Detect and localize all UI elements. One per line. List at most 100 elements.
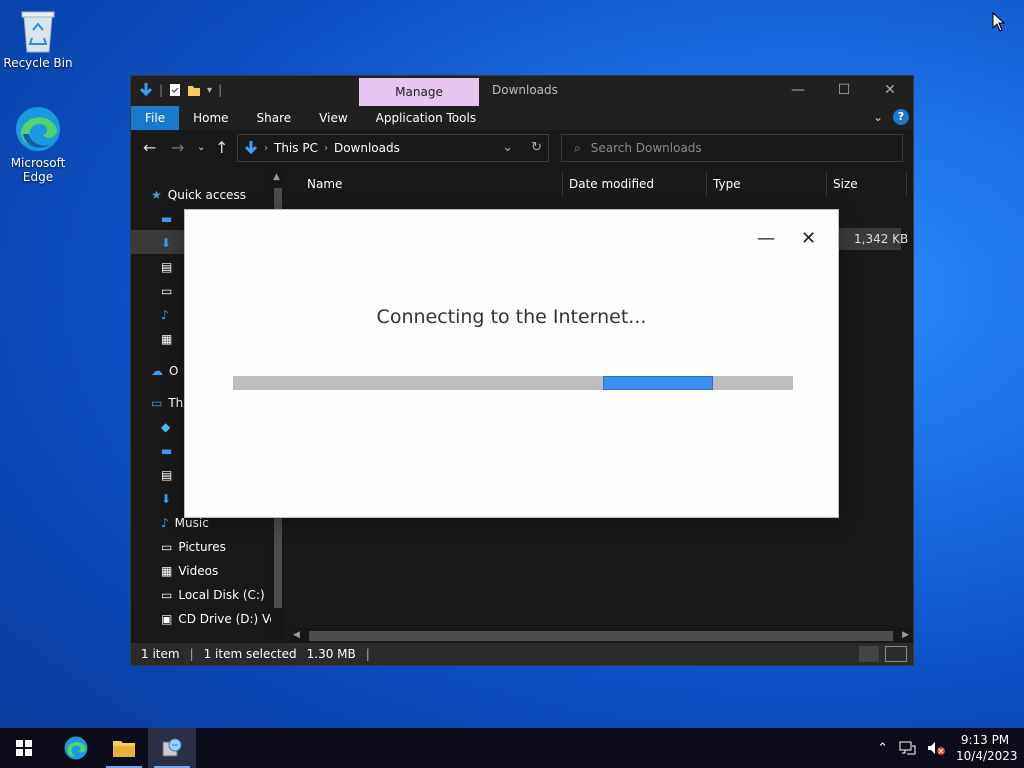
large-icons-view-icon[interactable] [885,646,907,662]
horizontal-scroll-thumb[interactable] [309,631,893,641]
nav-label: Music [174,516,209,530]
status-selected: 1 item selected [203,647,297,661]
cd-drive-icon: ▣ [161,612,173,626]
start-button[interactable] [0,728,48,768]
document-icon: ▤ [161,468,173,482]
scroll-right-icon[interactable]: ▶ [902,630,909,640]
refresh-icon[interactable]: ↻ [531,140,542,155]
dialog-message: Connecting to the Internet... [376,306,647,328]
status-size: 1.30 MB [306,647,356,661]
up-arrow-icon[interactable]: ↑ [215,138,228,157]
recent-locations-icon[interactable]: ⌄ [197,142,205,153]
video-icon: ▦ [161,332,173,346]
nav-item-pictures[interactable]: ▭ Pictures [161,540,279,554]
download-arrow-icon: ⬇ [161,236,172,250]
breadcrumb-this-pc[interactable]: This PC [274,141,318,155]
breadcrumb-downloads[interactable]: Downloads [334,141,400,155]
tab-file[interactable]: File [131,106,180,130]
recycle-bin-desktop-icon[interactable]: Recycle Bin [2,8,74,70]
nav-label: Pictures [178,540,226,554]
address-row: ← → ⌄ ↑ › This PC › Downloads ⌄ ↻ ⌕ Sear… [131,130,913,166]
tab-share[interactable]: Share [243,106,306,130]
mouse-cursor-icon [992,12,1006,32]
column-header-name[interactable]: Name [301,172,563,196]
column-header-date-modified[interactable]: Date modified [563,172,707,196]
progress-bar [233,376,793,390]
file-size-cell: 1,342 KB [854,232,909,246]
desktop-icon: ▬ [161,212,173,226]
nav-item-quick-access[interactable]: ★ Quick access [151,188,269,202]
window-controls: — ☐ ✕ [775,76,913,104]
taskbar-file-explorer-button[interactable] [100,728,148,768]
nav-label: O [169,364,179,378]
scroll-up-icon[interactable]: ▲ [273,172,280,182]
close-icon[interactable]: ✕ [867,76,913,104]
music-icon: ♪ [161,308,169,322]
tab-view[interactable]: View [305,106,361,130]
scroll-left-icon[interactable]: ◀ [293,630,300,640]
installer-icon [162,738,182,757]
edge-label: Microsoft Edge [10,156,66,184]
breadcrumb-chevron: › [264,142,268,154]
desktop-icon: ▬ [161,444,173,458]
details-view-icon[interactable] [859,646,879,662]
nav-item-local-disk[interactable]: ▭ Local Disk (C:) [161,588,279,602]
horizontal-scrollbar[interactable]: ◀ ▶ [289,628,913,644]
tab-home[interactable]: Home [179,106,242,130]
nav-item-music[interactable]: ♪ Music [161,516,279,530]
search-input[interactable]: ⌕ Search Downloads [561,134,903,162]
toolbar-separator: | [159,83,164,97]
address-bar[interactable]: › This PC › Downloads ⌄ ↻ [237,134,549,162]
edge-desktop-icon[interactable]: Microsoft Edge [2,104,74,184]
system-tray: ⌃ 9:13 PM 10/4/2023 [877,728,1024,768]
close-icon[interactable]: ✕ [801,228,816,249]
computer-icon: ▭ [151,396,163,410]
cube-icon: ◆ [161,420,171,434]
edge-icon [64,736,88,760]
taskbar-installer-button[interactable] [148,728,196,768]
downloads-location-icon [244,141,258,155]
expand-ribbon-icon[interactable]: ⌄ [873,110,883,124]
nav-label: Local Disk (C:) [178,588,265,602]
nav-item-videos[interactable]: ▦ Videos [161,564,279,578]
nav-item-cd-drive[interactable]: ▣ CD Drive (D:) Ver [161,612,271,626]
windows-logo-icon [16,740,32,756]
search-placeholder: Search Downloads [590,141,702,155]
breadcrumb-chevron: › [323,142,328,154]
new-folder-icon[interactable] [187,83,201,97]
nav-label: Th [168,396,184,410]
drive-icon: ▭ [161,588,173,602]
document-icon: ▤ [161,260,173,274]
folder-icon [113,741,135,757]
manage-context-tab[interactable]: Manage [359,78,479,106]
maximize-icon[interactable]: ☐ [821,76,867,104]
column-header-type[interactable]: Type [707,172,827,196]
forward-arrow-icon[interactable]: → [171,138,184,157]
properties-icon[interactable] [169,83,181,97]
back-arrow-icon[interactable]: ← [143,138,156,157]
clock[interactable]: 9:13 PM 10/4/2023 [956,732,1018,764]
status-bar: 1 item | 1 item selected 1.30 MB | [131,643,913,665]
nav-label: Quick access [167,188,246,202]
network-icon[interactable] [898,740,916,756]
minimize-icon[interactable]: — [775,76,821,104]
help-icon[interactable]: ? [893,109,909,125]
column-header-size[interactable]: Size [827,172,907,196]
address-dropdown-icon[interactable]: ⌄ [502,140,513,155]
nav-label: CD Drive (D:) Ver [178,612,271,626]
volume-muted-icon[interactable] [926,740,946,756]
toolbar-separator: | [218,83,223,97]
star-icon: ★ [151,188,162,202]
minimize-icon[interactable]: — [757,228,775,249]
show-hidden-icons-icon[interactable]: ⌃ [877,741,888,756]
download-arrow-icon[interactable] [139,82,153,98]
connecting-dialog: — ✕ Connecting to the Internet... [184,209,839,518]
tab-application-tools[interactable]: Application Tools [362,106,490,130]
edge-icon [16,107,60,151]
progress-bar-fill [603,376,713,390]
taskbar-edge-button[interactable] [52,728,100,768]
customize-toolbar-icon[interactable]: ▾ [207,85,212,96]
picture-icon: ▭ [161,284,173,298]
video-icon: ▦ [161,564,173,578]
clock-date: 10/4/2023 [956,749,1018,763]
